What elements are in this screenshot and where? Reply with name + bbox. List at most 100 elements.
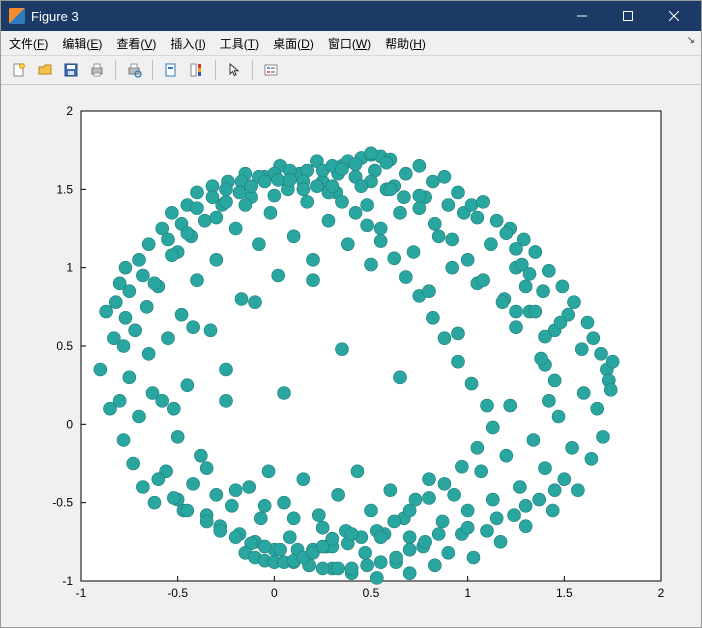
menu-window[interactable]: 窗口(W) (328, 35, 371, 52)
scatter-point (254, 512, 267, 525)
svg-text:1: 1 (66, 261, 73, 275)
scatter-point (467, 551, 480, 564)
scatter-point (119, 261, 132, 274)
scatter-point (165, 249, 178, 262)
toolbar (1, 56, 701, 85)
scatter-point (604, 383, 617, 396)
scatter-point (500, 227, 513, 240)
scatter-point (438, 332, 451, 345)
scatter-point (225, 499, 238, 512)
scatter-point (272, 269, 285, 282)
svg-text:-0.5: -0.5 (167, 586, 188, 600)
scatter-point (326, 180, 339, 193)
scatter-point (336, 343, 349, 356)
scatter-point (500, 449, 513, 462)
scatter-point (191, 274, 204, 287)
scatter-point (165, 206, 178, 219)
data-cursor-button[interactable] (159, 58, 183, 82)
scatter-point (494, 535, 507, 548)
scatter-point (432, 528, 445, 541)
maximize-button[interactable] (605, 1, 651, 31)
close-button[interactable] (651, 1, 697, 31)
menu-help[interactable]: 帮助(H) (385, 35, 426, 52)
insert-colorbar-button[interactable] (185, 58, 209, 82)
open-button[interactable] (33, 58, 57, 82)
scatter-point (200, 462, 213, 475)
scatter-point (307, 274, 320, 287)
dock-arrow-icon[interactable]: ↘ (687, 35, 695, 46)
scatter-point (187, 477, 200, 490)
figure-canvas[interactable]: -1-0.500.511.52-1-0.500.511.52 (1, 85, 701, 627)
menu-file[interactable]: 文件(F) (9, 35, 48, 52)
scatter-point (272, 173, 285, 186)
scatter-point (390, 551, 403, 564)
scatter-point (345, 562, 358, 575)
scatter-point (167, 491, 180, 504)
scatter-point (355, 180, 368, 193)
scatter-point (220, 195, 233, 208)
scatter-point (438, 170, 451, 183)
scatter-point (233, 186, 246, 199)
scatter-point (484, 238, 497, 251)
menu-view[interactable]: 查看(V) (116, 35, 156, 52)
menu-tools[interactable]: 工具(T) (220, 35, 259, 52)
scatter-point (461, 504, 474, 517)
minimize-button[interactable] (559, 1, 605, 31)
svg-text:0.5: 0.5 (363, 586, 380, 600)
scatter-point (220, 363, 233, 376)
scatter-point (585, 452, 598, 465)
scatter-point (403, 543, 416, 556)
scatter-point (167, 402, 180, 415)
scatter-point (413, 202, 426, 215)
new-figure-button[interactable] (7, 58, 31, 82)
matlab-logo-icon (9, 8, 25, 24)
scatter-point (140, 300, 153, 313)
scatter-point (486, 421, 499, 434)
scatter-point (413, 189, 426, 202)
scatter-point (388, 252, 401, 265)
scatter-point (361, 199, 374, 212)
edit-pointer-button[interactable] (222, 58, 246, 82)
toolbar-separator (215, 60, 216, 80)
svg-text:2: 2 (66, 104, 73, 118)
scatter-point (210, 488, 223, 501)
scatter-point (262, 465, 275, 478)
scatter-point (461, 253, 474, 266)
insert-legend-button[interactable] (259, 58, 283, 82)
scatter-point (152, 473, 165, 486)
scatter-point (537, 285, 550, 298)
scatter-point (359, 546, 372, 559)
scatter-point (198, 214, 211, 227)
menu-insert[interactable]: 插入(I) (170, 35, 205, 52)
svg-text:1.5: 1.5 (556, 586, 573, 600)
scatter-point (554, 316, 567, 329)
scatter-point (510, 321, 523, 334)
scatter-point (394, 371, 407, 384)
scatter-point (428, 559, 441, 572)
print-preview-button[interactable] (122, 58, 146, 82)
scatter-point (446, 233, 459, 246)
scatter-point (365, 504, 378, 517)
menu-desktop[interactable]: 桌面(D) (273, 35, 314, 52)
scatter-point (403, 504, 416, 517)
scatter-point (229, 222, 242, 235)
scatter-point (423, 473, 436, 486)
scatter-plot[interactable]: -1-0.500.511.52-1-0.500.511.52 (11, 91, 691, 621)
title-bar[interactable]: Figure 3 (1, 1, 701, 31)
scatter-point (399, 271, 412, 284)
scatter-point (533, 493, 546, 506)
scatter-point (452, 327, 465, 340)
save-button[interactable] (59, 58, 83, 82)
scatter-point (508, 509, 521, 522)
print-button[interactable] (85, 58, 109, 82)
scatter-point (117, 340, 130, 353)
scatter-point (546, 504, 559, 517)
scatter-point (452, 186, 465, 199)
toolbar-separator (252, 60, 253, 80)
scatter-point (556, 280, 569, 293)
scatter-point (539, 330, 552, 343)
scatter-point (370, 571, 383, 584)
svg-text:-1: -1 (62, 574, 73, 588)
scatter-point (326, 532, 339, 545)
menu-edit[interactable]: 编辑(E) (62, 35, 102, 52)
